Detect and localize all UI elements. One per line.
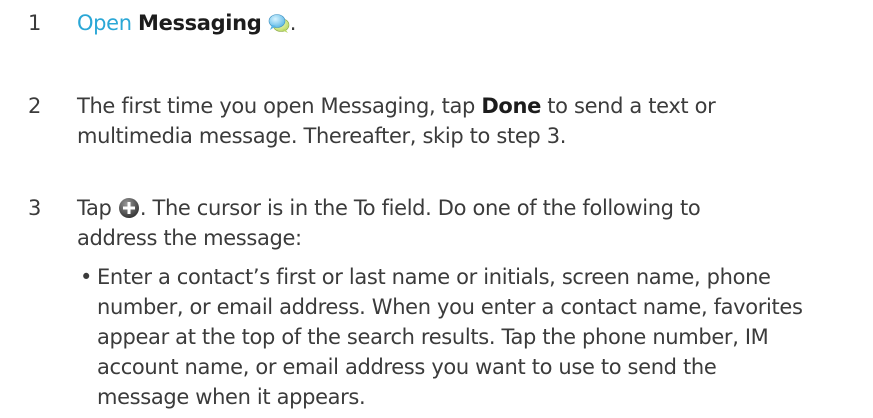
step-number: 1 <box>28 11 42 35</box>
step-number: 2 <box>28 94 42 118</box>
done-label: Done <box>481 94 541 118</box>
step-3-text: Tap . The cursor is in the To field. Do … <box>77 193 767 253</box>
step-1-text: Open Messaging . <box>77 8 767 38</box>
bullet-text: Enter a contact’s first or last name or … <box>97 265 803 409</box>
step-3-text-after: . The cursor is in the To field. Do one … <box>77 196 701 250</box>
new-message-plus-icon <box>118 197 140 219</box>
step-1-period: . <box>289 11 297 35</box>
messaging-bubbles-icon <box>268 12 290 34</box>
step-number: 3 <box>28 196 42 220</box>
bullet-marker: • <box>80 265 93 289</box>
step-2-text-before: The first time you open Messaging, tap <box>77 94 482 118</box>
step-2-text: The first time you open Messaging, tap D… <box>77 91 767 151</box>
step-3-text-before: Tap <box>77 196 118 220</box>
messaging-app-name: Messaging <box>138 11 262 35</box>
open-link[interactable]: Open <box>77 11 132 35</box>
